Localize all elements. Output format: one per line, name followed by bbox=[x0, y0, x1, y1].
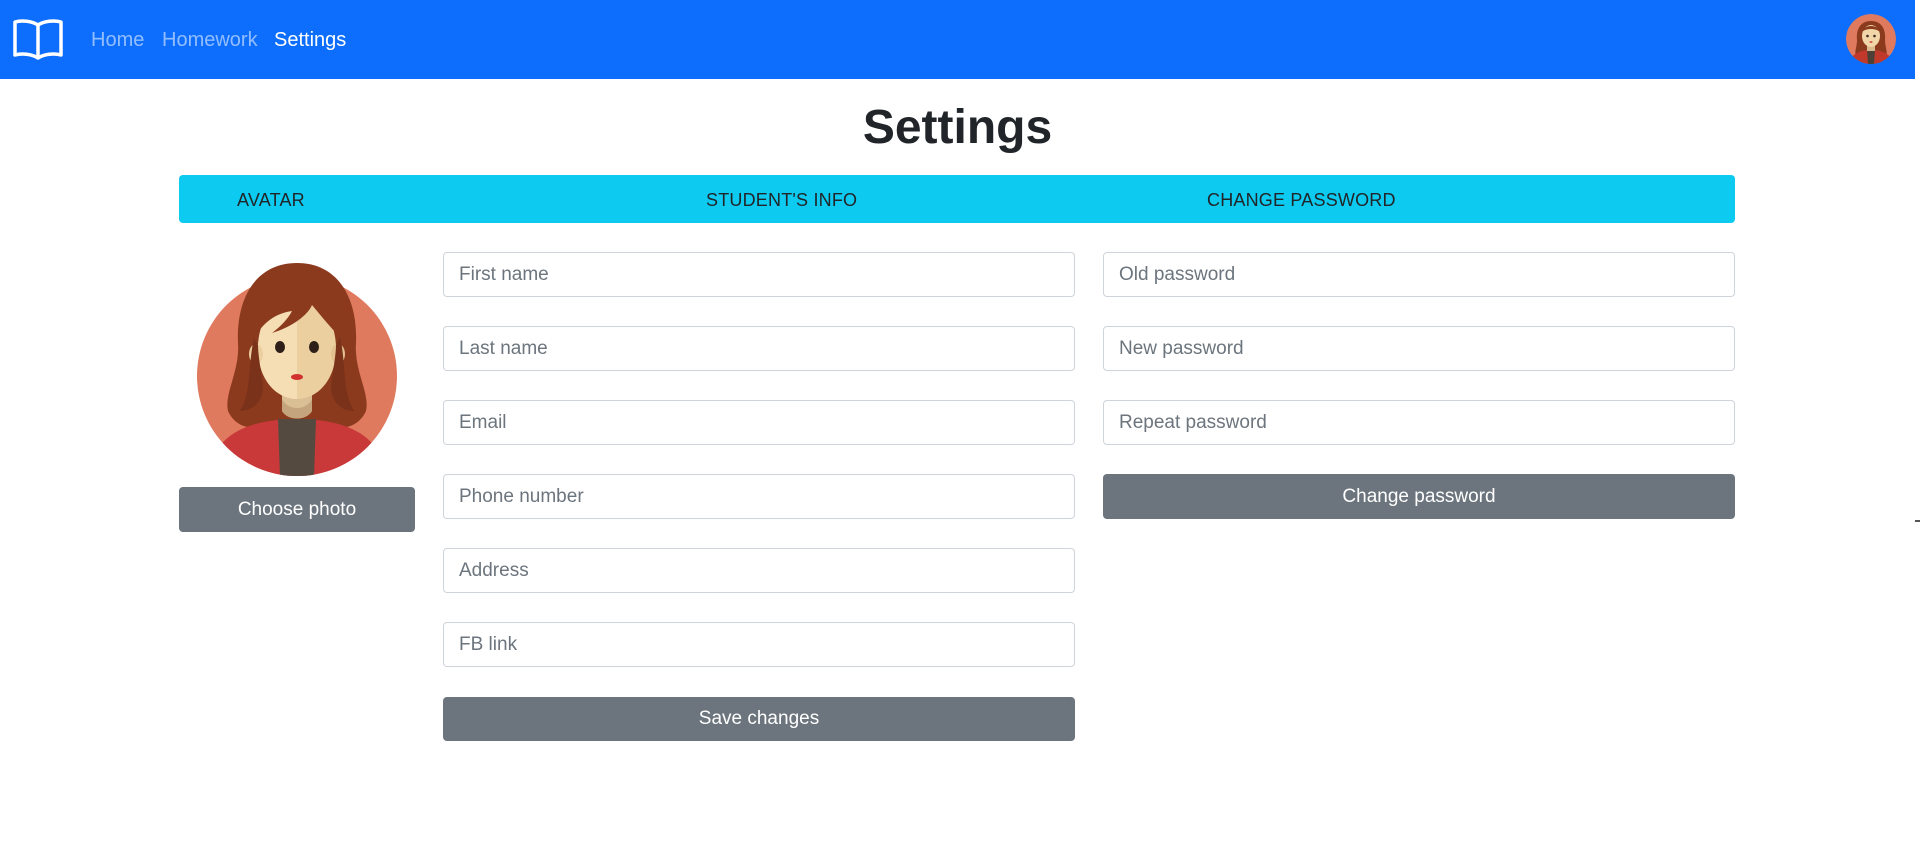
fb-link-input[interactable] bbox=[443, 622, 1075, 667]
user-avatar-icon[interactable] bbox=[1846, 14, 1896, 64]
nav-link-settings[interactable]: Settings bbox=[274, 27, 346, 53]
nav-link-homework[interactable]: Homework bbox=[162, 27, 258, 53]
section-header-bar: AVATAR STUDENT'S INFO CHANGE PASSWORD bbox=[179, 175, 1735, 223]
top-navbar: Home Homework Settings bbox=[0, 0, 1915, 79]
first-name-input[interactable] bbox=[443, 252, 1075, 297]
change-password-button[interactable]: Change password bbox=[1103, 474, 1735, 519]
profile-avatar-image bbox=[197, 263, 397, 476]
new-password-input[interactable] bbox=[1103, 326, 1735, 371]
nav-link-home[interactable]: Home bbox=[91, 27, 144, 53]
scrollbar-marker bbox=[1915, 520, 1920, 522]
old-password-input[interactable] bbox=[1103, 252, 1735, 297]
email-input[interactable] bbox=[443, 400, 1075, 445]
repeat-password-input[interactable] bbox=[1103, 400, 1735, 445]
phone-number-input[interactable] bbox=[443, 474, 1075, 519]
window-scrollbar[interactable] bbox=[1915, 0, 1920, 858]
save-changes-button[interactable]: Save changes bbox=[443, 697, 1075, 741]
choose-photo-button[interactable]: Choose photo bbox=[179, 487, 415, 532]
book-open-icon[interactable] bbox=[12, 17, 64, 61]
section-heading-change-password: CHANGE PASSWORD bbox=[1207, 190, 1396, 210]
address-input[interactable] bbox=[443, 548, 1075, 593]
section-heading-student-info: STUDENT'S INFO bbox=[706, 190, 858, 210]
last-name-input[interactable] bbox=[443, 326, 1075, 371]
section-heading-avatar: AVATAR bbox=[237, 190, 305, 210]
page-title: Settings bbox=[862, 101, 1053, 154]
